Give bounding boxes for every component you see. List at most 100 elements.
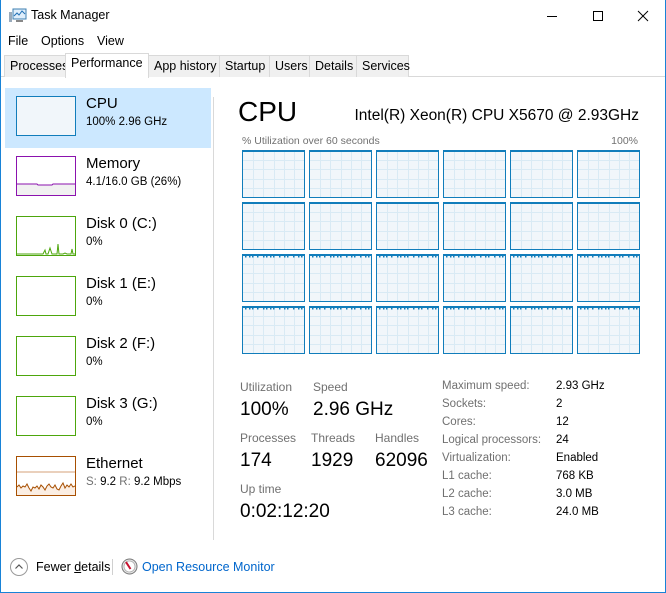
- logical-processor-graph: [510, 306, 573, 354]
- sidebar-item-subtitle: 0%: [86, 416, 103, 428]
- utilization-dip: [413, 256, 415, 258]
- tab-performance[interactable]: Performance: [65, 53, 149, 78]
- utilization-label: Utilization: [240, 380, 293, 394]
- processor-grid-lines: [377, 255, 438, 301]
- utilization-dip: [467, 308, 469, 310]
- utilization-dip: [446, 308, 448, 310]
- processor-grid-lines: [444, 203, 505, 249]
- logical-processor-graph: [242, 150, 305, 198]
- sidebar-item-cpu[interactable]: CPU 100% 2.96 GHz: [5, 88, 211, 148]
- processor-grid-lines: [511, 307, 572, 353]
- fewer-details-text-rest: etails: [81, 560, 111, 574]
- maximize-icon: [593, 10, 603, 21]
- utilization-dip: [249, 256, 251, 258]
- logical-processor-graph: [309, 202, 372, 250]
- menu-options[interactable]: Options: [41, 34, 84, 48]
- menu-file[interactable]: File: [8, 34, 28, 48]
- processor-grid-lines: [310, 203, 371, 249]
- utilization-dip: [298, 256, 300, 258]
- minimize-button[interactable]: [529, 0, 575, 31]
- cpu-thumbnail-graph: [16, 96, 76, 136]
- info-label-logical-processors: Logical processors:: [442, 434, 542, 446]
- utilization-dip: [446, 256, 448, 258]
- logical-processor-graph: [376, 150, 439, 198]
- info-value-sockets: 2: [556, 398, 563, 410]
- processor-grid-lines: [511, 151, 572, 197]
- open-resource-monitor-link[interactable]: Open Resource Monitor: [142, 560, 275, 574]
- logical-processor-graph: [309, 150, 372, 198]
- processor-grid-lines: [377, 203, 438, 249]
- utilization-dip: [407, 256, 409, 258]
- footer-separator: [112, 559, 113, 575]
- fewer-details-button[interactable]: Fewer details: [36, 560, 110, 574]
- utilization-dip: [427, 256, 429, 258]
- title-bar[interactable]: Task Manager: [1, 0, 665, 31]
- utilization-dip: [547, 308, 549, 310]
- tab-services[interactable]: Services: [356, 55, 410, 77]
- window-title: Task Manager: [31, 8, 110, 22]
- tab-details[interactable]: Details: [309, 55, 357, 77]
- utilization-dip: [279, 256, 281, 258]
- utilization-dip: [480, 256, 482, 258]
- info-value-l2-cache: 3.0 MB: [556, 488, 593, 500]
- utilization-dip: [340, 308, 342, 310]
- processes-value: 174: [240, 450, 272, 471]
- tab-processes[interactable]: Processes: [4, 55, 68, 77]
- info-value-virtualization: Enabled: [556, 452, 599, 464]
- utilization-dip: [580, 256, 582, 258]
- speed-label: Speed: [313, 380, 348, 394]
- sidebar-item-disk-1[interactable]: Disk 1 (E:) 0%: [5, 268, 211, 328]
- processor-grid-lines: [243, 151, 304, 197]
- info-label-l3-cache: L3 cache:: [442, 506, 492, 518]
- utilization-dip: [301, 308, 303, 310]
- receive-value: 9.2 Mbps: [133, 476, 182, 488]
- utilization-dip: [569, 308, 571, 310]
- utilization-dip: [435, 308, 437, 310]
- menu-view[interactable]: View: [97, 34, 124, 48]
- maximize-button[interactable]: [575, 0, 621, 31]
- utilization-dip: [458, 256, 460, 258]
- handles-label: Handles: [375, 431, 420, 445]
- utilization-dip: [284, 308, 286, 310]
- chevron-up-circle-icon[interactable]: [10, 558, 28, 576]
- utilization-dip: [245, 256, 247, 258]
- sidebar-item-disk-3[interactable]: Disk 3 (G:) 0%: [5, 388, 211, 448]
- utilization-dip: [404, 256, 406, 258]
- utilization-dip: [383, 256, 385, 258]
- tab-users[interactable]: Users: [269, 55, 310, 77]
- utilization-dip: [450, 256, 452, 258]
- utilization-dip: [249, 308, 251, 310]
- utilization-dip: [608, 256, 610, 258]
- utilization-dip: [513, 256, 515, 258]
- utilization-dip: [502, 256, 504, 258]
- utilization-dip: [337, 308, 339, 310]
- tab-app-history[interactable]: App history: [148, 55, 220, 77]
- utilization-dip: [601, 308, 603, 310]
- tab-startup[interactable]: Startup: [219, 55, 270, 77]
- logical-processor-graph: [510, 202, 573, 250]
- sidebar-item-ethernet[interactable]: Ethernet S: 9.2 R: 9.2 Mbps: [5, 448, 211, 508]
- utilization-dip: [580, 308, 582, 310]
- utilization-dip: [324, 256, 326, 258]
- sidebar-item-title: Disk 1 (E:): [86, 275, 157, 292]
- utilization-dip: [391, 308, 393, 310]
- sidebar-item-memory[interactable]: Memory 4.1/16.0 GB (26%): [5, 148, 211, 208]
- utilization-dip: [386, 256, 388, 258]
- logical-processor-graph: [242, 202, 305, 250]
- close-button[interactable]: [620, 0, 666, 31]
- utilization-dip: [569, 256, 571, 258]
- utilization-dip: [605, 256, 607, 258]
- utilization-dip: [538, 308, 540, 310]
- utilization-dip: [488, 308, 490, 310]
- sidebar-item-disk-0[interactable]: Disk 0 (C:) 0%: [5, 208, 211, 268]
- utilization-dip: [555, 308, 557, 310]
- utilization-dip: [485, 308, 487, 310]
- utilization-dip: [474, 256, 476, 258]
- info-label-cores: Cores:: [442, 416, 476, 428]
- utilization-dip: [488, 256, 490, 258]
- disk-0-thumbnail-graph: [16, 216, 76, 256]
- sidebar-item-title: Disk 0 (C:): [86, 215, 157, 232]
- sidebar-item-disk-2[interactable]: Disk 2 (F:) 0%: [5, 328, 211, 388]
- logical-processor-graph: [443, 202, 506, 250]
- logical-processor-graph: [309, 254, 372, 302]
